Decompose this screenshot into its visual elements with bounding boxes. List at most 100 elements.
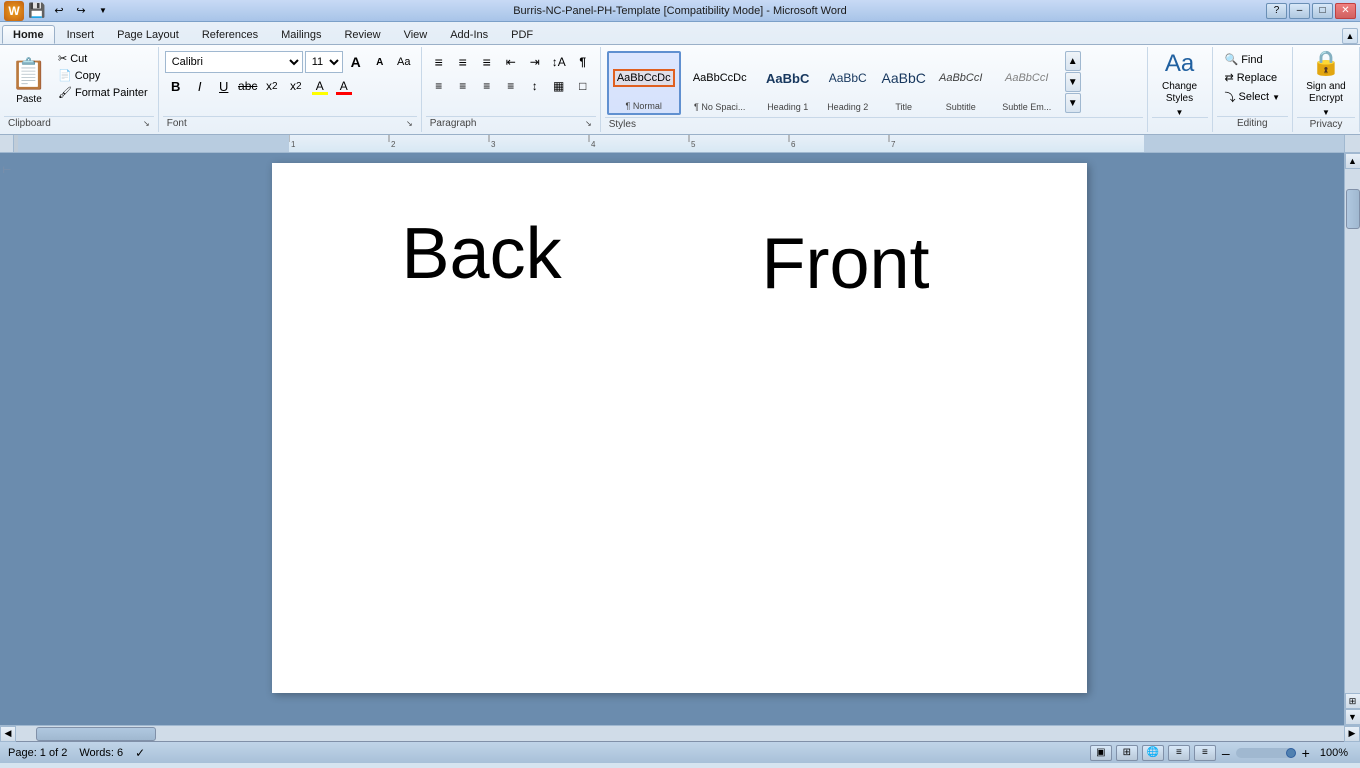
hscroll-thumb[interactable] [36, 727, 156, 741]
italic-btn[interactable]: I [189, 75, 211, 97]
align-left-btn[interactable]: ≡ [428, 75, 450, 97]
para-group-label-container: Paragraph ↘ [426, 116, 596, 130]
bold-btn[interactable]: B [165, 75, 187, 97]
style-normal[interactable]: AaBbCcDc ¶ Normal [607, 51, 681, 115]
view-draft-btn[interactable]: ≡ [1194, 745, 1216, 761]
font-shrink-btn[interactable]: A [369, 51, 391, 73]
styles-label: Styles [609, 119, 636, 130]
subscript-btn[interactable]: x2 [261, 75, 283, 97]
text-front[interactable]: Front [762, 223, 930, 305]
font-size-select[interactable]: 11 [305, 51, 343, 73]
tab-pagelayout[interactable]: Page Layout [106, 25, 190, 44]
tab-addins[interactable]: Add-Ins [439, 25, 499, 44]
font-expand-icon[interactable]: ↘ [406, 119, 413, 128]
scroll-resize-btn[interactable]: ⊞ [1345, 693, 1360, 709]
close-btn[interactable]: ✕ [1335, 3, 1356, 19]
scroll-track-v[interactable] [1345, 169, 1360, 693]
scrollbar-vertical: ▲ ⊞ ▼ [1344, 153, 1360, 725]
font-name-select[interactable]: Calibri [165, 51, 303, 73]
help-btn[interactable]: ? [1266, 3, 1287, 19]
styles-more[interactable]: ▼ [1065, 93, 1081, 113]
strikethrough-btn[interactable]: abc [237, 75, 259, 97]
document-area[interactable]: Back Front [14, 153, 1344, 725]
changestyles-group-label [1152, 117, 1208, 130]
scroll-thumb-v[interactable] [1346, 189, 1360, 229]
small-btns-clipboard: ✂ Cut 📄 Copy 🖌 Format Painter [54, 51, 152, 100]
numbered-list-btn[interactable]: ≡ [452, 51, 474, 73]
show-hide-btn[interactable]: ¶ [572, 51, 594, 73]
superscript-btn[interactable]: x2 [285, 75, 307, 97]
tab-pdf[interactable]: PDF [500, 25, 544, 44]
border-btn[interactable]: □ [572, 75, 594, 97]
ruler-right-margin [1144, 135, 1344, 152]
font-grow-btn[interactable]: A [345, 51, 367, 73]
zoom-slider[interactable] [1236, 748, 1296, 758]
style-nospacing[interactable]: AaBbCcDc ¶ No Spaci... [683, 51, 757, 115]
scroll-down-btn[interactable]: ▼ [1345, 709, 1360, 725]
office-logo[interactable]: W [4, 1, 24, 21]
change-styles-button[interactable]: Aa Change Styles ▼ [1154, 51, 1206, 115]
paste-button[interactable]: 📋 Paste [6, 51, 52, 111]
format-painter-button[interactable]: 🖌 Format Painter [54, 85, 152, 100]
cut-label: Cut [70, 53, 87, 65]
style-subtitle[interactable]: AaBbCcI Subtitle [931, 51, 991, 115]
tab-references[interactable]: References [191, 25, 269, 44]
minimize-btn[interactable]: – [1289, 3, 1310, 19]
style-heading2[interactable]: AaBbC Heading 2 [819, 51, 877, 115]
tab-mailings[interactable]: Mailings [270, 25, 332, 44]
font-color-btn[interactable]: A [333, 75, 355, 97]
zoom-plus-btn[interactable]: + [1300, 745, 1312, 761]
tab-home[interactable]: Home [2, 25, 55, 44]
document-page[interactable]: Back Front [272, 163, 1087, 693]
hscroll-left-btn[interactable]: ◀ [0, 726, 16, 742]
para-expand-icon[interactable]: ↘ [585, 119, 592, 128]
hscroll-right-btn[interactable]: ▶ [1344, 726, 1360, 742]
tab-insert[interactable]: Insert [56, 25, 106, 44]
bullet-list-btn[interactable]: ≡ [428, 51, 450, 73]
maximize-btn[interactable]: □ [1312, 3, 1333, 19]
multilevel-list-btn[interactable]: ≡ [476, 51, 498, 73]
font-clear-btn[interactable]: Aa [393, 51, 415, 73]
copy-button[interactable]: 📄 Copy [54, 68, 152, 83]
svg-text:1: 1 [291, 140, 296, 149]
shading-btn[interactable]: ▦ [548, 75, 570, 97]
view-print-btn[interactable]: ▣ [1090, 745, 1112, 761]
styles-scroll-up[interactable]: ▲ [1065, 51, 1081, 71]
sort-btn[interactable]: ↕A [548, 51, 570, 73]
style-heading1[interactable]: AaBbC Heading 1 [759, 51, 817, 115]
svg-text:5: 5 [691, 140, 696, 149]
view-outline-btn[interactable]: ≡ [1168, 745, 1190, 761]
zoom-minus-btn[interactable]: – [1220, 745, 1232, 761]
select-button[interactable]: ⤵ Select ▼ [1219, 87, 1287, 107]
sign-encrypt-button[interactable]: 🔒 Sign andEncrypt ▼ [1299, 51, 1353, 115]
style-title[interactable]: AaBbC Title [879, 51, 929, 115]
font-highlight-btn[interactable]: A [309, 75, 331, 97]
quick-access-save[interactable]: 💾 [28, 2, 46, 20]
justify-btn[interactable]: ≡ [500, 75, 522, 97]
clipboard-expand-icon[interactable]: ↘ [143, 119, 150, 128]
ribbon-minimize-btn[interactable]: ▲ [1342, 28, 1358, 44]
quick-access-undo[interactable]: ↩ [50, 2, 68, 20]
view-web-btn[interactable]: 🌐 [1142, 745, 1164, 761]
quick-access-redo[interactable]: ↪ [72, 2, 90, 20]
align-right-btn[interactable]: ≡ [476, 75, 498, 97]
zoom-thumb[interactable] [1286, 748, 1296, 758]
tab-view[interactable]: View [393, 25, 439, 44]
find-button[interactable]: 🔍 Find [1219, 51, 1287, 68]
hscroll-track[interactable] [16, 726, 1344, 741]
replace-button[interactable]: ⇄ Replace [1219, 69, 1287, 86]
underline-btn[interactable]: U [213, 75, 235, 97]
decrease-indent-btn[interactable]: ⇤ [500, 51, 522, 73]
increase-indent-btn[interactable]: ⇥ [524, 51, 546, 73]
view-fullscreen-btn[interactable]: ⊞ [1116, 745, 1138, 761]
scroll-up-btn[interactable]: ▲ [1345, 153, 1360, 169]
styles-scroll-down[interactable]: ▼ [1065, 72, 1081, 92]
line-spacing-btn[interactable]: ↕ [524, 75, 546, 97]
align-center-btn[interactable]: ≡ [452, 75, 474, 97]
ruler-scale[interactable]: 1 2 3 4 5 6 7 [289, 135, 1144, 152]
quick-access-dropdown[interactable]: ▼ [94, 2, 112, 20]
text-back[interactable]: Back [402, 213, 562, 295]
cut-button[interactable]: ✂ Cut [54, 51, 152, 66]
style-subtleemph[interactable]: AaBbCcI Subtle Em... [993, 51, 1061, 115]
tab-review[interactable]: Review [333, 25, 391, 44]
